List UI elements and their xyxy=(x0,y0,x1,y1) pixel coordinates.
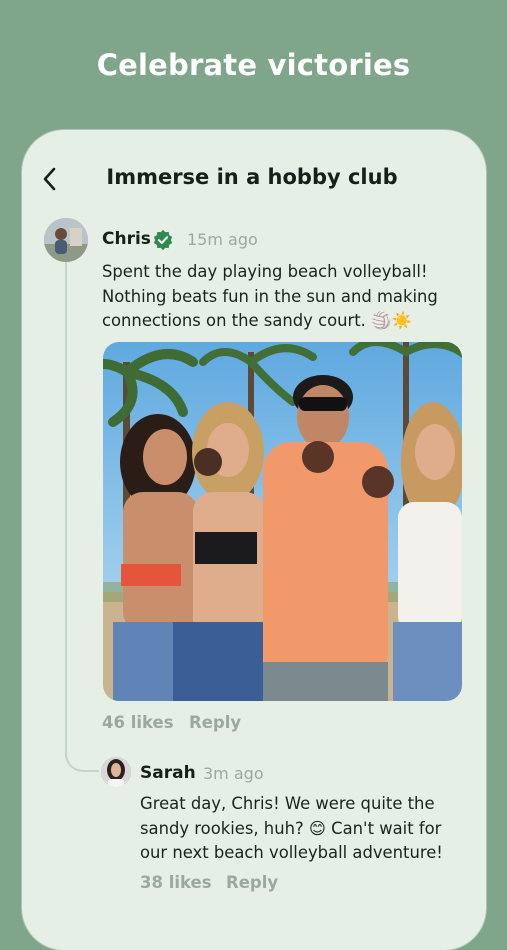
comment-likes-count[interactable]: 38 likes xyxy=(140,873,212,892)
screen-title: Immerse in a hobby club xyxy=(106,165,398,189)
avatar-photo xyxy=(101,757,131,787)
thread-line xyxy=(65,262,67,756)
post-photo[interactable] xyxy=(103,342,462,701)
comment-author-name[interactable]: Sarah xyxy=(140,763,196,783)
promo-headline: Celebrate victories xyxy=(96,48,411,82)
post-text: Spent the day playing beach volleyball! … xyxy=(102,262,438,330)
avatar-photo xyxy=(44,218,88,262)
sarah-avatar[interactable] xyxy=(101,757,131,787)
post-reply-button[interactable]: Reply xyxy=(189,713,241,732)
comment-text: Great day, Chris! We were quite the sand… xyxy=(140,794,443,862)
back-button[interactable] xyxy=(40,166,62,192)
comment-reply-button[interactable]: Reply xyxy=(226,873,278,892)
beach-group-photo xyxy=(103,342,462,701)
post-timestamp: 15m ago xyxy=(187,230,258,249)
thread-connector xyxy=(65,740,99,772)
post-author-name[interactable]: Chris xyxy=(102,229,151,249)
verified-badge-icon xyxy=(153,229,173,251)
comment-timestamp: 3m ago xyxy=(203,764,264,783)
chris-avatar[interactable] xyxy=(44,218,88,262)
post-likes-count[interactable]: 46 likes xyxy=(102,713,174,732)
chevron-left-icon xyxy=(43,167,56,191)
